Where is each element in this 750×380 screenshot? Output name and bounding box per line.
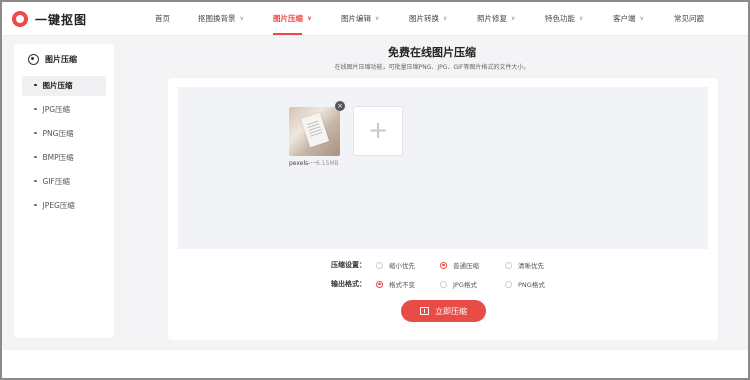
sidebar-item-bmp-compress[interactable]: BMP压缩 bbox=[22, 148, 106, 168]
compress-icon bbox=[420, 307, 429, 315]
option-clarity-first[interactable]: 清晰优先 bbox=[505, 260, 544, 270]
chevron-down-icon: ∨ bbox=[511, 15, 516, 22]
compress-panel: × pexels-··· 6.15MB + 压缩设置： 缩小优先 普通压缩 清晰… bbox=[168, 78, 718, 340]
top-navbar: 一键抠图 首页 抠图换背景 ∨ 图片压缩 ∨ 图片编辑 ∨ 图片转换 ∨ 照片修复 ∨ 特… bbox=[2, 2, 748, 36]
page-subtitle: 在线图片压缩功能，可批量压缩PNG、JPG、GIF等图片格式的文件大小。 bbox=[334, 64, 530, 71]
compress-now-button[interactable]: 立即压缩 bbox=[401, 300, 486, 322]
sidebar-item-png-compress[interactable]: PNG压缩 bbox=[22, 124, 106, 144]
bullet-icon bbox=[34, 131, 37, 134]
compress-setting-label: 压缩设置： bbox=[331, 261, 366, 269]
sidebar-title-label: 图片压缩 bbox=[45, 55, 77, 64]
bullet-icon bbox=[34, 107, 37, 110]
nav-image-compress[interactable]: 图片压缩 ∨ bbox=[273, 14, 312, 35]
chevron-down-icon: ∨ bbox=[639, 15, 644, 22]
nav-photo-restore[interactable]: 照片修复 ∨ bbox=[477, 14, 515, 26]
output-format-row: 输出格式： 格式不变 JPG格式 PNG格式 bbox=[168, 277, 718, 291]
output-format-label: 输出格式： bbox=[331, 280, 366, 288]
chevron-down-icon: ∨ bbox=[375, 15, 380, 22]
radio-icon[interactable] bbox=[376, 261, 383, 269]
upload-drop-area[interactable]: × pexels-··· 6.15MB + bbox=[178, 87, 708, 249]
compress-setting-row: 压缩设置： 缩小优先 普通压缩 清晰优先 bbox=[168, 258, 718, 272]
option-normal-compress[interactable]: 普通压缩 bbox=[440, 260, 479, 270]
uploaded-image-thumbnail[interactable] bbox=[289, 107, 340, 156]
bullet-icon bbox=[34, 83, 37, 86]
radio-icon[interactable] bbox=[440, 280, 447, 288]
bullet-icon bbox=[34, 155, 37, 158]
chevron-down-icon: ∨ bbox=[579, 15, 584, 22]
option-png-format[interactable]: PNG格式 bbox=[505, 279, 545, 289]
nav-image-edit[interactable]: 图片编辑 ∨ bbox=[341, 14, 379, 26]
radio-selected-icon[interactable] bbox=[376, 280, 383, 288]
nav-home[interactable]: 首页 bbox=[155, 14, 170, 26]
nav-client[interactable]: 客户端 ∨ bbox=[613, 14, 644, 26]
compress-now-label: 立即压缩 bbox=[435, 306, 467, 316]
chevron-down-icon: ∨ bbox=[443, 15, 448, 22]
nav-special-features[interactable]: 特色功能 ∨ bbox=[545, 14, 583, 26]
radio-selected-icon[interactable] bbox=[440, 261, 447, 269]
chevron-down-icon: ∨ bbox=[239, 15, 244, 22]
nav-faq[interactable]: 常见问题 bbox=[674, 14, 704, 26]
nav-cutout-background[interactable]: 抠图换背景 ∨ bbox=[198, 14, 244, 26]
remove-image-close-icon[interactable]: × bbox=[335, 101, 345, 111]
browser-frame: 一键抠图 首页 抠图换背景 ∨ 图片压缩 ∨ 图片编辑 ∨ 图片转换 ∨ 照片修复 ∨ 特… bbox=[0, 0, 750, 380]
bullet-icon bbox=[34, 179, 37, 182]
gear-icon bbox=[28, 54, 39, 65]
sidebar-item-gif-compress[interactable]: GIF压缩 bbox=[22, 172, 106, 192]
radio-icon[interactable] bbox=[505, 280, 512, 288]
sidebar-title: 图片压缩 bbox=[28, 54, 77, 65]
logo-ring-icon bbox=[12, 11, 28, 27]
thumbnail-picture bbox=[300, 112, 330, 148]
sidebar-item-jpeg-compress[interactable]: JPEG压缩 bbox=[22, 196, 106, 216]
nav-image-convert[interactable]: 图片转换 ∨ bbox=[409, 14, 447, 26]
option-keep-format[interactable]: 格式不变 bbox=[376, 279, 415, 289]
radio-icon[interactable] bbox=[505, 261, 512, 269]
option-jpg-format[interactable]: JPG格式 bbox=[440, 279, 477, 289]
file-name: pexels-··· bbox=[289, 160, 317, 167]
bullet-icon bbox=[34, 203, 37, 206]
brand-name: 一键抠图 bbox=[35, 12, 88, 27]
chevron-down-icon: ∨ bbox=[307, 15, 312, 22]
file-size: 6.15MB bbox=[316, 160, 339, 167]
option-smaller-first[interactable]: 缩小优先 bbox=[376, 260, 415, 270]
page-title: 免费在线图片压缩 bbox=[388, 46, 476, 59]
sidebar: 图片压缩 图片压缩 JPG压缩 PNG压缩 BMP压缩 GIF压缩 JPEG压缩 bbox=[14, 44, 114, 338]
sidebar-item-jpg-compress[interactable]: JPG压缩 bbox=[22, 100, 106, 120]
sidebar-item-image-compress[interactable]: 图片压缩 bbox=[22, 76, 106, 96]
add-image-button[interactable]: + bbox=[353, 106, 403, 156]
logo[interactable]: 一键抠图 bbox=[12, 11, 87, 27]
footer-strip bbox=[2, 350, 748, 378]
